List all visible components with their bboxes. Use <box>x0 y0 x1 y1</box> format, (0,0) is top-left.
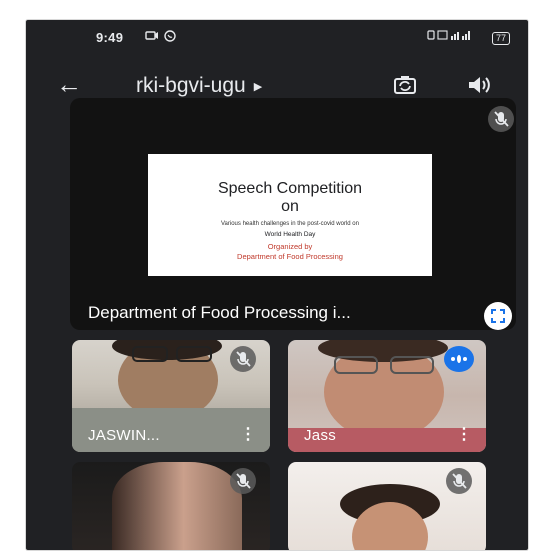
participant-tile-4[interactable] <box>288 462 486 550</box>
notification-icons <box>145 30 176 42</box>
slide-day: World Health Day <box>264 231 316 238</box>
slide-organized-by: Organized by <box>267 242 313 251</box>
mic-off-icon <box>488 106 514 132</box>
participant-name: Jass <box>304 427 337 444</box>
caret-right-icon: ▶ <box>253 80 263 93</box>
status-right: 77 <box>427 29 510 45</box>
glasses-right <box>390 356 434 374</box>
meeting-code-button[interactable]: rki-bgvi-ugu ▶ <box>136 74 262 98</box>
status-notification-icons <box>144 29 180 46</box>
participant-name: JASWIN... <box>88 427 160 444</box>
participant-tile-jaswin[interactable]: JASWIN... ⋮ <box>72 340 270 452</box>
mic-off-icon <box>446 468 472 494</box>
arrow-left-icon[interactable]: ← <box>56 71 82 97</box>
presenter-name: Department of Food Processing i... <box>88 303 351 322</box>
glasses-right <box>176 346 212 362</box>
phone-screen: 9:49 77 ← rki-bgvi-ugu ▶ Speech Competit… <box>26 20 528 550</box>
status-bar: 9:49 77 <box>26 20 528 56</box>
participant-tile-jass[interactable]: Jass ⋮ <box>288 340 486 452</box>
more-vert-icon[interactable]: ⋮ <box>240 424 256 444</box>
shared-slide: Speech Competition on Various health cha… <box>148 154 432 276</box>
slide-title: Speech Competition <box>217 180 363 197</box>
participant-video <box>112 462 242 550</box>
signal-icons <box>427 30 470 40</box>
mic-off-icon <box>230 468 256 494</box>
meeting-code: rki-bgvi-ugu <box>136 74 246 97</box>
speaking-indicator-icon <box>444 346 474 372</box>
fullscreen-icon[interactable] <box>484 302 512 330</box>
presentation-tile[interactable]: Speech Competition on Various health cha… <box>70 98 516 330</box>
flip-camera-icon[interactable] <box>392 72 418 98</box>
speaker-icon[interactable] <box>466 73 492 97</box>
participant-tile-3[interactable] <box>72 462 270 550</box>
glasses-left <box>334 356 378 374</box>
glasses-left <box>132 346 168 362</box>
more-vert-icon[interactable]: ⋮ <box>456 424 472 444</box>
slide-subtitle: Various health challenges in the post-co… <box>221 221 359 227</box>
slide-department: Department of Food Processing <box>237 252 343 261</box>
status-time: 9:49 <box>96 30 124 45</box>
battery-icon: 77 <box>491 32 510 45</box>
slide-title-on: on <box>281 198 299 215</box>
mic-off-icon <box>230 346 256 372</box>
